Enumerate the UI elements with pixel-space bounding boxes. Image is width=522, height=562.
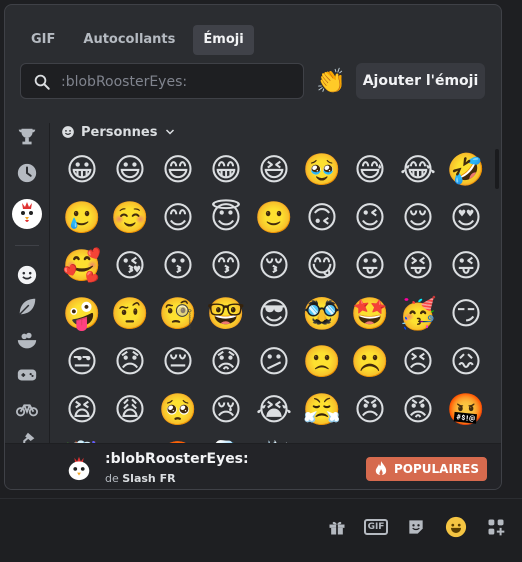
search-box[interactable] (20, 63, 304, 100)
emoji-item[interactable]: 😀 (61, 149, 103, 191)
emoji-item[interactable]: 😠 (349, 389, 391, 431)
sidebar-divider (15, 245, 39, 246)
tab-gif[interactable]: GIF (21, 25, 65, 55)
emoji-item[interactable]: 🥲 (61, 197, 103, 239)
source-prefix: de (105, 472, 119, 485)
trophy-icon[interactable] (15, 125, 39, 149)
category-sidebar (5, 123, 50, 484)
chat-input-toolbar: GIF (0, 498, 522, 562)
recent-clock-icon[interactable] (15, 161, 39, 185)
rooster-emoji-preview-icon (68, 456, 90, 481)
emoji-item[interactable]: 😭 (253, 389, 295, 431)
apps-icon[interactable] (485, 516, 507, 538)
emoji-item[interactable]: ☺️ (109, 197, 151, 239)
emoji-grid: 😀 😃 😄 😁 😆 🥹 😅 😂 🤣 🥲 ☺️ 😊 😇 🙂 🙃 😉 😌 😍 🥰 😘 😗 😙 😚 😋 😛 😝 😜 🤪 🤨 🧐 🤓 😎 🥸 🤩 🥳 😏 😒 😞 😔… (61, 149, 493, 443)
emoji-item[interactable]: 😒 (61, 341, 103, 383)
emoji-item[interactable]: 😡 (397, 389, 439, 431)
gif-icon-label: GIF (363, 519, 389, 535)
emoji-item[interactable]: 🧐 (157, 293, 199, 335)
emoji-item[interactable]: 😛 (349, 245, 391, 287)
emoji-item[interactable]: 😖 (445, 341, 487, 383)
emoji-item[interactable]: 🙁 (301, 341, 343, 383)
emoji-item[interactable]: 😅 (349, 149, 391, 191)
travel-bike-icon[interactable] (15, 397, 39, 421)
popular-badge: POPULAIRES (366, 457, 488, 481)
emoji-item[interactable]: 🤩 (349, 293, 391, 335)
people-smiley-icon[interactable] (15, 263, 39, 287)
emoji-item[interactable]: 🥸 (301, 293, 343, 335)
emoji-item[interactable]: 😝 (397, 245, 439, 287)
emoji-item[interactable]: 🤨 (109, 293, 151, 335)
tab-stickers[interactable]: Autocollants (73, 25, 185, 55)
emoji-item[interactable]: 😟 (205, 341, 247, 383)
emoji-item[interactable]: 🥳 (397, 293, 439, 335)
emoji-item[interactable]: 😆 (253, 149, 295, 191)
emoji-item[interactable]: 😏 (445, 293, 487, 335)
emoji-item[interactable]: 😤 (301, 389, 343, 431)
emoji-item[interactable]: 🤓 (205, 293, 247, 335)
emoji-item[interactable]: 😕 (253, 341, 295, 383)
category-header[interactable]: Personnes (61, 123, 176, 141)
chevron-down-icon (165, 129, 174, 135)
tab-emoji[interactable]: Émoji (193, 25, 254, 55)
emoji-item[interactable]: 🤬 (445, 389, 487, 431)
fire-icon (375, 461, 387, 476)
preview-emoji[interactable]: 👏 (315, 65, 347, 97)
picker-tabs: GIF Autocollants Émoji (21, 25, 254, 55)
emoji-item[interactable]: 😔 (157, 341, 199, 383)
emoji-item[interactable]: 🙃 (301, 197, 343, 239)
emoji-item[interactable]: ☹️ (349, 341, 391, 383)
emoji-item[interactable]: 😉 (349, 197, 391, 239)
emoji-item[interactable]: 😊 (157, 197, 199, 239)
emoji-name: :blobRoosterEyes: (105, 451, 249, 467)
emoji-item[interactable]: 🥹 (301, 149, 343, 191)
activity-gamepad-icon[interactable] (15, 363, 39, 387)
scrollbar[interactable] (495, 149, 499, 189)
server-rooster-icon[interactable] (12, 199, 42, 229)
server-name: Slash FR (122, 472, 176, 485)
emoji-item[interactable]: 😇 (205, 197, 247, 239)
emoji-item[interactable]: 😗 (157, 245, 199, 287)
emoji-item[interactable]: 🙂 (253, 197, 295, 239)
emoji-source: de Slash FR (105, 472, 176, 485)
emoji-item[interactable]: 😁 (205, 149, 247, 191)
emoji-preview-footer: :blobRoosterEyes: de Slash FR POPULAIRES (5, 443, 501, 489)
category-label: Personnes (81, 124, 158, 140)
emoji-item[interactable]: 🥺 (157, 389, 199, 431)
emoji-item[interactable]: 😋 (301, 245, 343, 287)
people-smiley-icon (62, 126, 74, 138)
emoji-item[interactable]: 🤪 (61, 293, 103, 335)
emoji-item[interactable]: 😣 (397, 341, 439, 383)
emoji-item[interactable]: 😎 (253, 293, 295, 335)
emoji-item[interactable]: 🤣 (445, 149, 487, 191)
search-input[interactable] (59, 64, 301, 100)
emoji-item[interactable]: 😩 (109, 389, 151, 431)
emoji-item[interactable]: 😌 (397, 197, 439, 239)
search-icon (34, 74, 50, 90)
emoji-item[interactable]: 😍 (445, 197, 487, 239)
emoji-item[interactable]: 😜 (445, 245, 487, 287)
emoji-item[interactable]: 😚 (253, 245, 295, 287)
emoji-item[interactable]: 😢 (205, 389, 247, 431)
emoji-item[interactable]: 😞 (109, 341, 151, 383)
nature-leaf-icon[interactable] (15, 295, 39, 319)
emoji-item[interactable]: 😙 (205, 245, 247, 287)
add-emoji-button[interactable]: Ajouter l'émoji (356, 63, 485, 99)
emoji-item[interactable]: 😄 (157, 149, 199, 191)
emoji-item[interactable]: 🥰 (61, 245, 103, 287)
food-bowl-icon[interactable] (15, 329, 39, 353)
emoji-item[interactable]: 😫 (61, 389, 103, 431)
gif-icon[interactable]: GIF (363, 516, 389, 538)
emoji-picker: GIF Autocollants Émoji 👏 Ajouter l'émoji (4, 4, 502, 490)
sticker-icon[interactable] (405, 516, 427, 538)
emoji-item[interactable]: 😂 (397, 149, 439, 191)
gift-icon[interactable] (326, 516, 348, 538)
emoji-item[interactable]: 😃 (109, 149, 151, 191)
badge-label: POPULAIRES (394, 462, 480, 476)
emoji-item[interactable]: 😘 (109, 245, 151, 287)
emoji-icon[interactable] (445, 516, 467, 538)
